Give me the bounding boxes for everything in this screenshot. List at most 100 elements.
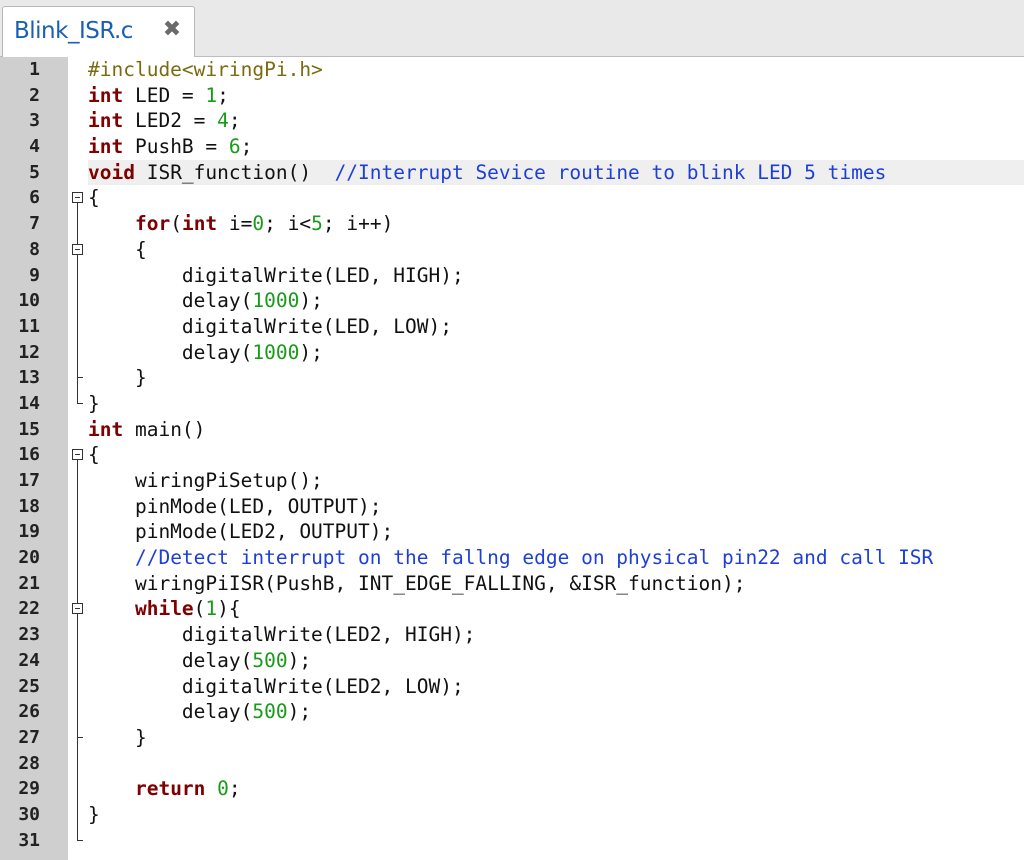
code-line[interactable]: 17 wiringPiSetup(); [0,468,1024,494]
code-editor[interactable]: 1 #include<wiringPi.h> 2 int LED = 1; 3 int L… [0,57,1024,860]
code-token: #include<wiringPi.h> [88,58,323,81]
code-text[interactable]: #include<wiringPi.h> [88,57,1024,83]
fold-toggle-icon[interactable] [72,603,83,615]
code-line[interactable]: 15 int main() [0,417,1024,443]
code-line[interactable]: 23 digitalWrite(LED2, HIGH); [0,622,1024,649]
fold-marker [68,83,87,109]
code-line[interactable]: 1 #include<wiringPi.h> [0,57,1024,83]
code-line[interactable]: 20 //Detect interrupt on the fallng edge… [0,545,1024,572]
line-number: 20 [18,547,40,569]
code-text[interactable]: delay(500); [88,699,1024,725]
code-text[interactable]: digitalWrite(LED, LOW); [88,314,1024,340]
code-token: delay( [88,648,253,672]
fold-marker[interactable] [68,596,87,623]
code-text[interactable]: int LED = 1; [88,83,1024,109]
code-text[interactable]: int main() [88,417,1024,443]
code-line[interactable]: 11 digitalWrite(LED, LOW); [0,313,1024,340]
code-text[interactable]: return 0; [88,776,1024,802]
code-token: ( [193,597,206,621]
fold-marker[interactable] [68,442,87,469]
code-text[interactable]: { [88,185,1024,211]
code-line[interactable]: 5 void ISR_function() //Interrupt Sevice … [0,159,1024,186]
code-token: } [88,725,147,749]
code-text[interactable]: while(1){ [88,596,1024,622]
code-line[interactable]: 16 { [0,442,1024,469]
code-text[interactable]: { [88,442,1024,468]
code-line[interactable]: 8 { [0,236,1024,263]
code-token: ); [287,700,312,724]
code-text[interactable]: void ISR_function() //Interrupt Sevice r… [88,159,1024,186]
code-text[interactable] [88,751,1024,777]
line-number: 26 [18,701,40,723]
fold-toggle-icon[interactable] [72,192,83,204]
code-text[interactable]: } [88,391,1024,417]
code-line[interactable]: 29 return 0; [0,776,1024,803]
code-text[interactable]: delay(1000); [88,288,1024,314]
code-text[interactable]: digitalWrite(LED2, LOW); [88,674,1024,700]
code-token: digitalWrite(LED2, LOW); [88,674,464,698]
line-number: 11 [18,315,40,337]
code-text[interactable]: } [88,365,1024,391]
tab-title[interactable]: Blink_ISR.c [14,18,133,44]
code-token: { [88,237,147,261]
code-line[interactable]: 31 [0,827,1024,854]
code-line[interactable]: 27 } [0,724,1024,751]
code-line[interactable]: 6{ [0,185,1024,212]
code-token: 6 [228,135,241,159]
code-text[interactable]: delay(500); [88,648,1024,674]
close-icon[interactable]: ✖ [161,18,183,42]
code-line[interactable]: 3 int LED2 = 4; [0,108,1024,134]
code-line[interactable]: 7 for(int i=0; i<5; i++) [0,211,1024,238]
code-line[interactable]: 26 delay(500); [0,699,1024,726]
code-line[interactable]: 19 pinMode(LED2, OUTPUT); [0,519,1024,546]
code-line[interactable]: 9 digitalWrite(LED, HIGH); [0,262,1024,289]
fold-toggle-icon[interactable] [72,449,83,461]
code-lines[interactable]: 1 #include<wiringPi.h> 2 int LED = 1; 3 int L… [0,57,1024,853]
fold-marker [68,134,87,160]
code-text[interactable]: pinMode(LED, OUTPUT); [88,494,1024,520]
code-text[interactable]: wiringPiSetup(); [88,468,1024,494]
code-text[interactable]: digitalWrite(LED2, HIGH); [88,622,1024,648]
code-text[interactable]: digitalWrite(LED, HIGH); [88,263,1024,289]
code-text[interactable]: wiringPiISR(PushB, INT_EDGE_FALLING, &IS… [88,571,1024,597]
code-line[interactable]: 4 int PushB = 6; [0,134,1024,160]
line-number: 14 [18,392,40,414]
code-line[interactable]: 21 wiringPiISR(PushB, INT_EDGE_FALLING, … [0,570,1024,597]
code-line[interactable]: 18 pinMode(LED, OUTPUT); [0,493,1024,520]
code-text[interactable]: int LED2 = 4; [88,108,1024,134]
code-text[interactable]: for(int i=0; i<5; i++) [88,211,1024,237]
code-token: 500 [252,648,288,672]
code-line[interactable]: 10 delay(1000); [0,288,1024,315]
line-number: 25 [18,675,40,697]
code-line[interactable]: 12 delay(1000); [0,339,1024,366]
file-tab[interactable]: Blink_ISR.c ✖ [2,6,195,57]
code-text[interactable]: //Detect interrupt on the fallng edge on… [88,545,1024,571]
code-text[interactable]: } [88,725,1024,751]
fold-marker[interactable] [68,236,87,263]
line-number: 15 [18,418,40,440]
code-line[interactable]: 2 int LED = 1; [0,83,1024,109]
fold-marker [68,519,87,546]
code-text[interactable]: delay(1000); [88,340,1024,366]
code-text[interactable]: } [88,802,1024,828]
code-line[interactable]: 25 digitalWrite(LED2, LOW); [0,673,1024,700]
line-number: 5 [29,161,40,183]
code-token: digitalWrite(LED2, HIGH); [88,623,476,647]
code-line[interactable]: 13 } [0,365,1024,392]
code-line[interactable]: 14} [0,390,1024,417]
code-token: LED2 = [123,109,218,133]
code-text[interactable] [88,828,1024,854]
fold-marker[interactable] [68,185,87,212]
code-line[interactable]: 22 while(1){ [0,596,1024,623]
fold-marker [68,776,87,803]
code-line[interactable]: 30} [0,801,1024,828]
code-line[interactable]: 28 [0,750,1024,777]
line-number: 10 [18,290,40,312]
code-text[interactable]: pinMode(LED2, OUTPUT); [88,519,1024,545]
fold-toggle-icon[interactable] [72,243,83,255]
code-text[interactable]: { [88,237,1024,263]
code-token: ; [228,777,241,801]
code-line[interactable]: 24 delay(500); [0,647,1024,674]
code-token: delay( [88,340,253,364]
code-text[interactable]: int PushB = 6; [88,134,1024,160]
